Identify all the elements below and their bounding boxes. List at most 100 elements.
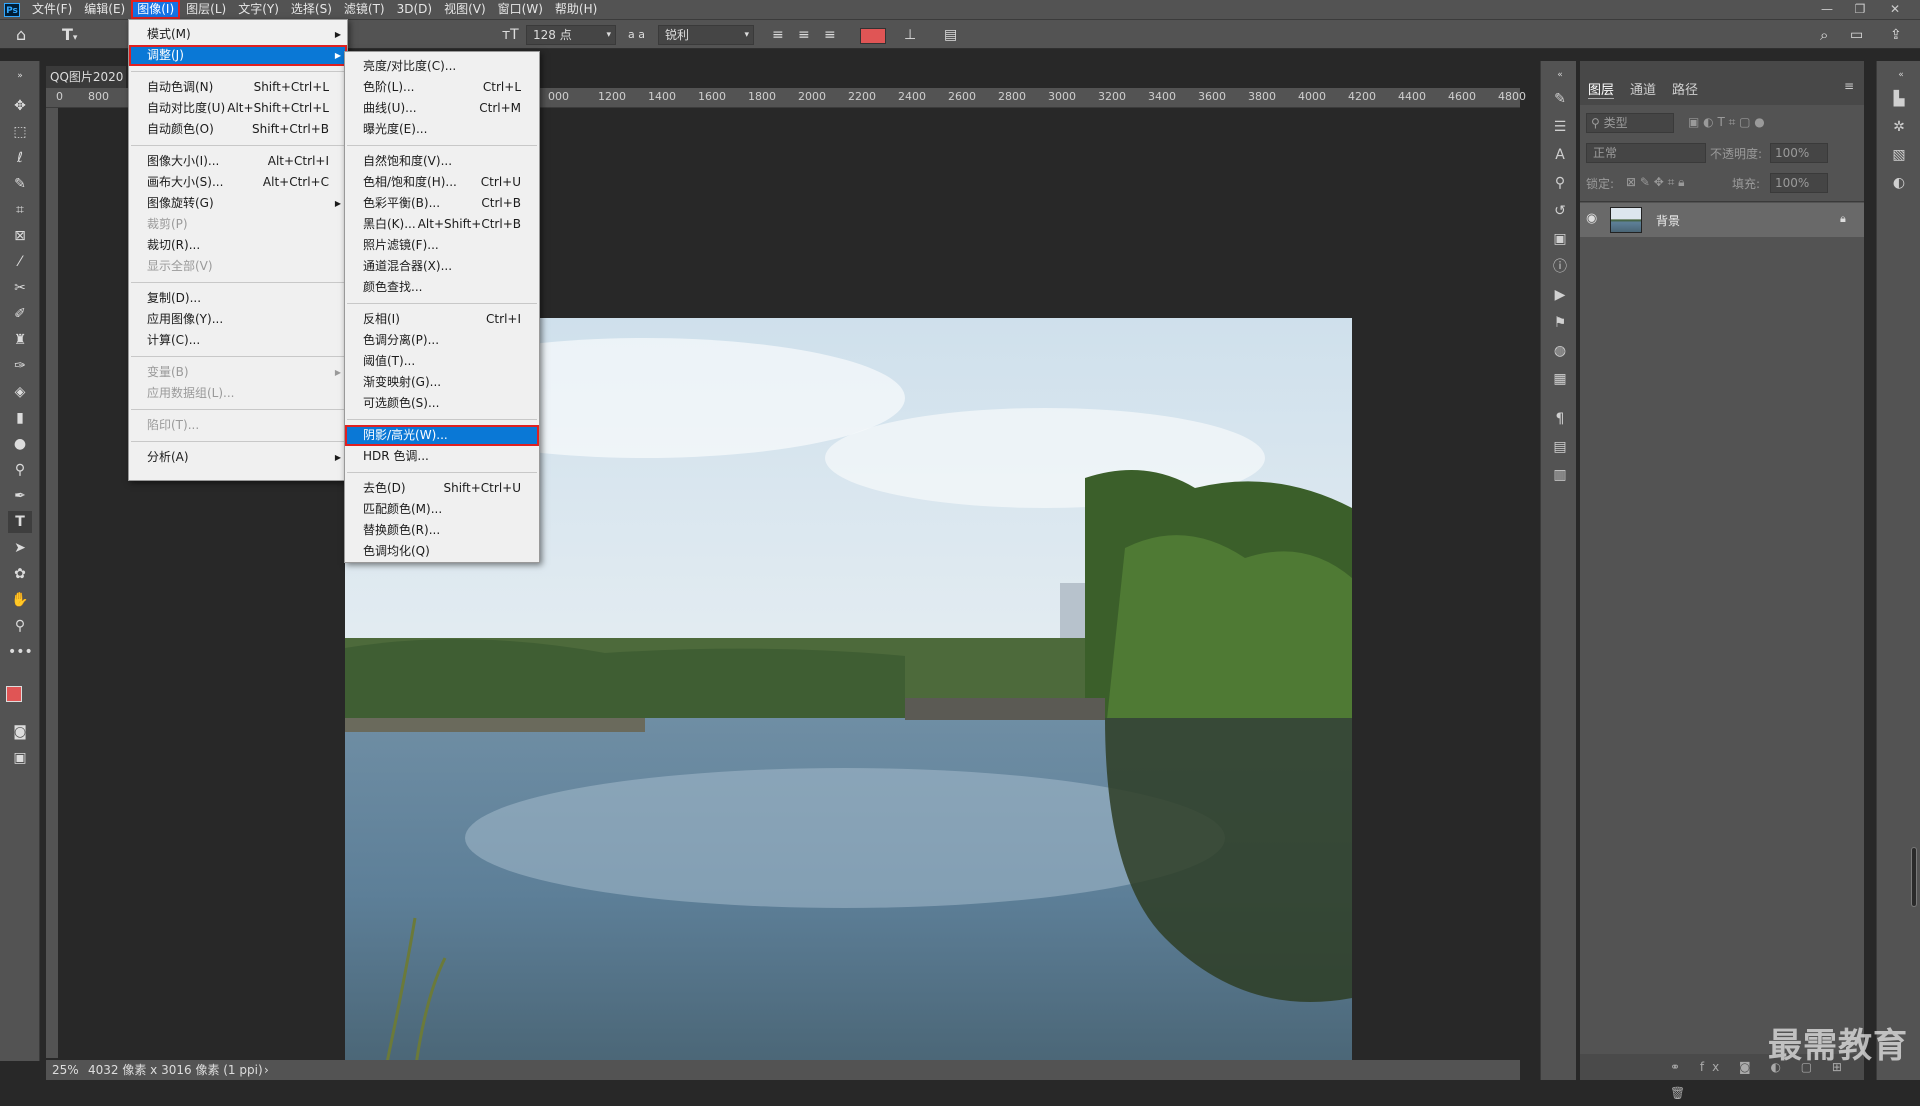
lock-icons[interactable]: ⊠ ✎ ✥ ⌗ 🔒︎ (1626, 175, 1685, 190)
text-color-swatch[interactable] (860, 28, 886, 44)
align-right-icon[interactable]: ≡ (824, 24, 836, 46)
opacity-field[interactable]: 100% (1770, 143, 1828, 163)
image-menu-item[interactable]: 画布大小(S)... Alt+Ctrl+C (129, 172, 347, 193)
font-size-field[interactable]: 128 点 ▾ (526, 25, 616, 45)
adjust-menu-item[interactable]: 色阶(L)... Ctrl+L (345, 77, 539, 98)
home-icon[interactable]: ⌂ (16, 24, 26, 46)
adjust-menu-item[interactable]: 通道混合器(X)... (345, 256, 539, 277)
properties-icon[interactable]: ▣ (1550, 229, 1570, 249)
menu-image[interactable]: 图像(I) (131, 0, 181, 19)
tab-layers[interactable]: 图层 (1588, 79, 1615, 99)
blend-mode-select[interactable]: 正常 (1586, 143, 1706, 163)
menu-select[interactable]: 选择(S) (285, 0, 338, 19)
close-button[interactable]: ✕ (1880, 0, 1910, 19)
image-menu-item[interactable]: 计算(C)... (129, 330, 347, 351)
menu-view[interactable]: 视图(V) (438, 0, 492, 19)
frame-tool-icon[interactable]: ⊠ (8, 225, 32, 247)
layer-comps-icon[interactable]: ▤ (1550, 437, 1570, 457)
history-brush-tool-icon[interactable]: ✑ (8, 355, 32, 377)
layer-name[interactable]: 背景 (1656, 212, 1680, 229)
menu-file[interactable]: 文件(F) (26, 0, 78, 19)
minimize-button[interactable]: — (1812, 0, 1842, 19)
adjust-menu-item[interactable]: 渐变映射(G)... (345, 372, 539, 393)
histogram-icon[interactable]: ▙ (1889, 89, 1909, 109)
libraries-icon[interactable]: ▧ (1889, 145, 1909, 165)
blur-tool-icon[interactable]: ● (8, 433, 32, 455)
adjust-menu-item[interactable]: 黑白(K)... Alt+Shift+Ctrl+B (345, 214, 539, 235)
crop-tool-icon[interactable]: ⌗ (8, 199, 32, 221)
document-tab[interactable]: QQ图片2020 (46, 66, 126, 88)
type-tool-icon[interactable]: T (8, 511, 32, 533)
marquee-tool-icon[interactable]: ⬚ (8, 121, 32, 143)
type-tool-preset-icon[interactable]: T▾ (62, 24, 77, 46)
adjust-menu-item[interactable]: 去色(D) Shift+Ctrl+U (345, 478, 539, 499)
collapse-arrows-icon[interactable]: » (8, 65, 32, 87)
image-menu-item[interactable]: 裁切(R)... (129, 235, 347, 256)
adjust-menu-item[interactable]: 曲线(U)... Ctrl+M (345, 98, 539, 119)
actions-icon[interactable]: ▶ (1550, 285, 1570, 305)
3d-icon[interactable]: ◍ (1550, 341, 1570, 361)
hand-tool-icon[interactable]: ✋ (8, 589, 32, 611)
layer-row[interactable]: ◉ 背景 🔒︎ (1580, 203, 1864, 237)
fill-field[interactable]: 100% (1770, 173, 1828, 193)
character-panel-icon[interactable]: ▤ (944, 24, 957, 46)
gradient-tool-icon[interactable]: ▮ (8, 407, 32, 429)
zoom-tool-icon[interactable]: ⚲ (8, 615, 32, 637)
adjust-menu-item[interactable]: 亮度/对比度(C)... (345, 56, 539, 77)
image-menu-item[interactable]: 分析(A) ▶ (129, 447, 347, 468)
move-tool-icon[interactable]: ✥ (8, 95, 32, 117)
eyedropper-tool-icon[interactable]: ⁄ (8, 251, 32, 273)
collapse-arrows-icon[interactable]: « (1891, 65, 1911, 85)
brush-tool-icon[interactable]: ✐ (8, 303, 32, 325)
foreground-color-swatch[interactable] (6, 686, 22, 702)
image-menu-item[interactable]: 自动对比度(U) Alt+Shift+Ctrl+L (129, 98, 347, 119)
restore-button[interactable]: ❐ (1845, 0, 1875, 19)
adjust-menu-item[interactable]: 自然饱和度(V)... (345, 151, 539, 172)
adjust-menu-item[interactable]: 反相(I) Ctrl+I (345, 309, 539, 330)
image-menu-item[interactable]: 自动颜色(O) Shift+Ctrl+B (129, 119, 347, 140)
adjust-menu-item[interactable]: 阈值(T)... (345, 351, 539, 372)
more-tools-icon[interactable]: ••• (8, 641, 33, 663)
image-menu-item[interactable]: 图像大小(I)... Alt+Ctrl+I (129, 151, 347, 172)
workspace-icon[interactable]: ▭ (1850, 24, 1863, 46)
adjust-menu-item[interactable]: HDR 色调... (345, 446, 539, 467)
swatches-icon[interactable]: ◐ (1889, 173, 1909, 193)
paragraph-styles-icon[interactable]: ⚲ (1550, 173, 1570, 193)
image-menu-item[interactable]: 自动色调(N) Shift+Ctrl+L (129, 77, 347, 98)
path-select-tool-icon[interactable]: ➤ (8, 537, 32, 559)
screen-mode-icon[interactable]: ▣ (8, 747, 32, 769)
adjust-menu-item[interactable]: 阴影/高光(W)... (345, 425, 539, 446)
adjust-menu-item[interactable]: 色调分离(P)... (345, 330, 539, 351)
clone-source-icon[interactable]: ⚑ (1550, 313, 1570, 333)
adjust-menu-item[interactable]: 曝光度(E)... (345, 119, 539, 140)
adjust-menu-item[interactable]: 色彩平衡(B)... Ctrl+B (345, 193, 539, 214)
tab-channels[interactable]: 通道 (1630, 79, 1656, 99)
menu-layer[interactable]: 图层(L) (180, 0, 232, 19)
tab-paths[interactable]: 路径 (1672, 79, 1698, 99)
adjust-menu-item[interactable]: 色调均化(Q) (345, 541, 539, 562)
history-icon[interactable]: ↺ (1550, 201, 1570, 221)
collapse-arrows-icon[interactable]: « (1550, 65, 1570, 85)
panel-menu-icon[interactable]: ≡ (1844, 79, 1854, 93)
shape-tool-icon[interactable]: ✿ (8, 563, 32, 585)
image-menu-item[interactable]: 应用图像(Y)... (129, 309, 347, 330)
align-left-icon[interactable]: ≡ (772, 24, 784, 46)
menu-filter[interactable]: 滤镜(T) (338, 0, 391, 19)
adjustments-icon[interactable]: ☰ (1550, 117, 1570, 137)
adjust-menu-item[interactable]: 匹配颜色(M)... (345, 499, 539, 520)
share-icon[interactable]: ⇪ (1890, 24, 1902, 46)
brush-settings-icon[interactable]: ✎ (1550, 89, 1570, 109)
warp-text-icon[interactable]: ⊥ (904, 24, 916, 46)
scroll-indicator[interactable] (1911, 847, 1917, 907)
dodge-tool-icon[interactable]: ⚲ (8, 459, 32, 481)
filter-icons[interactable]: ▣ ◐ T ⌗ ▢ ● (1688, 115, 1765, 130)
menu-type[interactable]: 文字(Y) (232, 0, 285, 19)
eye-icon[interactable]: ◉ (1586, 211, 1597, 226)
clone-stamp-tool-icon[interactable]: ♜ (8, 329, 32, 351)
eraser-tool-icon[interactable]: ◈ (8, 381, 32, 403)
adjust-menu-item[interactable]: 色相/饱和度(H)... Ctrl+U (345, 172, 539, 193)
lasso-tool-icon[interactable]: ℓ (8, 147, 32, 169)
notes-icon[interactable]: ▥ (1550, 465, 1570, 485)
align-center-icon[interactable]: ≡ (798, 24, 810, 46)
adjust-menu-item[interactable]: 可选颜色(S)... (345, 393, 539, 414)
